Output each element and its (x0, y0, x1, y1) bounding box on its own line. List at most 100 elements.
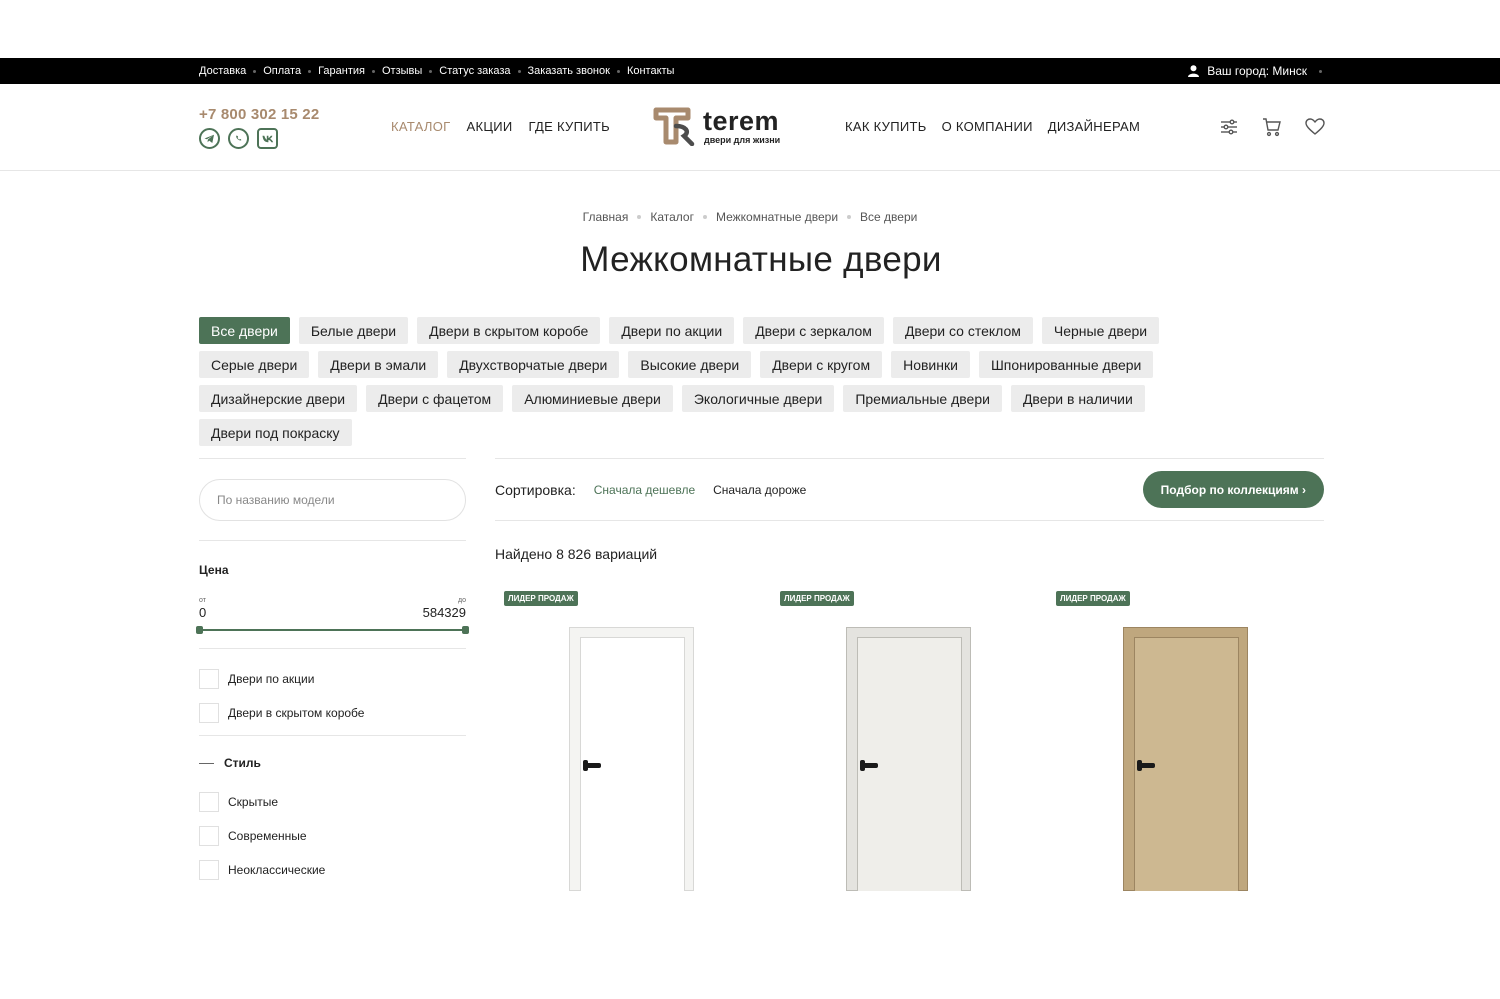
top-link-callback[interactable]: Заказать звонок (528, 65, 610, 77)
breadcrumb-interior-doors[interactable]: Межкомнатные двери (716, 210, 838, 224)
door-handle (583, 760, 601, 771)
door-image (569, 627, 694, 891)
separator-dot (637, 215, 642, 219)
price-to-label: до (458, 597, 466, 604)
logo-wordmark: terem (703, 106, 780, 136)
chip-veneer[interactable]: Шпонированные двери (978, 351, 1154, 378)
price-slider-max-handle[interactable] (462, 626, 469, 634)
collapse-dash-icon (199, 762, 214, 764)
chip-designer[interactable]: Дизайнерские двери (199, 385, 358, 412)
checkbox[interactable] (199, 792, 219, 812)
top-link-warranty[interactable]: Гарантия (318, 65, 365, 77)
breadcrumb-current: Все двери (860, 210, 918, 224)
site-logo[interactable]: terem двери для жизни (652, 106, 802, 150)
chip-aluminium[interactable]: Алюминиевые двери (512, 385, 673, 412)
chip-hidden-frame[interactable]: Двери в скрытом коробе (417, 317, 601, 344)
separator-dot (1319, 69, 1322, 73)
top-link-reviews[interactable]: Отзывы (382, 65, 422, 77)
chip-glass[interactable]: Двери со стеклом (892, 317, 1033, 344)
nav-about[interactable]: О КОМПАНИИ (942, 119, 1033, 134)
chip-double-leaf[interactable]: Двухстворчатые двери (447, 351, 620, 378)
cart-icon[interactable] (1261, 116, 1283, 138)
chip-facet[interactable]: Двери с фацетом (366, 385, 504, 412)
phone-link[interactable]: +7 800 302 15 22 (199, 106, 319, 123)
filter-style-neoclassic[interactable]: Неоклассические (199, 858, 466, 882)
page-title: Межкомнатные двери (580, 240, 942, 279)
main-nav-right: КАК КУПИТЬ О КОМПАНИИ ДИЗАЙНЕРАМ (845, 119, 1140, 134)
style-group-toggle[interactable]: Стиль (199, 756, 466, 770)
nav-catalog[interactable]: КАТАЛОГ (391, 119, 450, 134)
filter-style-modern[interactable]: Современные (199, 824, 466, 848)
city-label: Ваш город: Минск (1207, 64, 1307, 78)
chip-paintable[interactable]: Двери под покраску (199, 419, 352, 446)
chip-white-doors[interactable]: Белые двери (298, 317, 409, 344)
sort-cheapest-first[interactable]: Сначала дешевле (594, 483, 695, 497)
checkbox[interactable] (199, 860, 219, 880)
top-link-contacts[interactable]: Контакты (627, 65, 675, 77)
chip-new[interactable]: Новинки (891, 351, 970, 378)
divider (199, 648, 466, 649)
price-slider-min-handle[interactable] (196, 626, 203, 634)
filter-check-on-sale[interactable]: Двери по акции (199, 667, 466, 691)
checkbox[interactable] (199, 826, 219, 846)
model-search-input[interactable]: По названию модели (199, 479, 466, 521)
top-link-delivery[interactable]: Доставка (199, 65, 246, 77)
divider (199, 458, 466, 459)
chip-all-doors[interactable]: Все двери (199, 317, 290, 344)
price-min-value[interactable]: 0 (199, 605, 206, 620)
nav-how-to-buy[interactable]: КАК КУПИТЬ (845, 119, 927, 134)
checkbox[interactable] (199, 669, 219, 689)
city-selector[interactable]: Ваш город: Минск (1188, 58, 1322, 84)
filter-style-hidden[interactable]: Скрытые (199, 790, 466, 814)
product-card[interactable]: ЛИДЕР ПРОДАЖ (771, 588, 971, 898)
door-handle (1137, 760, 1155, 771)
price-max-value[interactable]: 584329 (423, 605, 466, 620)
nav-designers[interactable]: ДИЗАЙНЕРАМ (1048, 119, 1140, 134)
heart-icon[interactable] (1304, 116, 1326, 138)
top-link-order-status[interactable]: Статус заказа (439, 65, 510, 77)
chip-in-stock[interactable]: Двери в наличии (1010, 385, 1145, 412)
filter-check-hidden-frame[interactable]: Двери в скрытом коробе (199, 701, 466, 725)
separator-dot (616, 69, 620, 73)
top-link-payment[interactable]: Оплата (263, 65, 301, 77)
breadcrumb-home[interactable]: Главная (583, 210, 629, 224)
chip-mirror[interactable]: Двери с зеркалом (743, 317, 884, 344)
divider (199, 735, 466, 736)
category-chips: Все двери Белые двери Двери в скрытом ко… (199, 317, 1219, 446)
social-links (199, 128, 278, 149)
chip-enamel[interactable]: Двери в эмали (318, 351, 439, 378)
separator-dot (517, 69, 521, 73)
price-slider[interactable] (196, 626, 469, 634)
breadcrumb-catalog[interactable]: Каталог (650, 210, 694, 224)
chip-on-sale[interactable]: Двери по акции (609, 317, 735, 344)
chip-grey[interactable]: Серые двери (199, 351, 310, 378)
bestseller-badge: ЛИДЕР ПРОДАЖ (504, 591, 578, 606)
chip-circle[interactable]: Двери с кругом (760, 351, 883, 378)
nav-promotions[interactable]: АКЦИИ (466, 119, 512, 134)
bestseller-badge: ЛИДЕР ПРОДАЖ (1056, 591, 1130, 606)
chip-tall[interactable]: Высокие двери (628, 351, 752, 378)
separator-dot (847, 215, 852, 219)
top-links: Доставка Оплата Гарантия Отзывы Статус з… (199, 58, 674, 84)
vk-icon[interactable] (257, 128, 278, 149)
filter-icon[interactable] (1218, 116, 1240, 138)
filter-sidebar: По названию модели Цена от до 0 584329 Д… (196, 458, 469, 892)
checkbox[interactable] (199, 703, 219, 723)
product-card[interactable]: ЛИДЕР ПРОДАЖ (1047, 588, 1248, 898)
sort-expensive-first[interactable]: Сначала дороже (713, 483, 806, 497)
nav-where-to-buy[interactable]: ГДЕ КУПИТЬ (529, 119, 610, 134)
product-card[interactable]: ЛИДЕР ПРОДАЖ (495, 588, 695, 898)
door-image (846, 627, 971, 891)
chip-premium[interactable]: Премиальные двери (843, 385, 1002, 412)
separator-dot (308, 69, 312, 73)
chip-eco[interactable]: Экологичные двери (681, 385, 835, 412)
main-nav-left: КАТАЛОГ АКЦИИ ГДЕ КУПИТЬ (391, 119, 610, 134)
header-actions (1218, 116, 1326, 138)
collection-picker-button[interactable]: Подбор по коллекциям › (1142, 471, 1324, 508)
separator-dot (429, 69, 433, 73)
checkbox-label: Современные (228, 829, 307, 843)
whatsapp-icon[interactable] (228, 128, 249, 149)
telegram-icon[interactable] (199, 128, 220, 149)
sort-bar: Сортировка: Сначала дешевле Сначала доро… (495, 459, 1324, 521)
chip-black[interactable]: Черные двери (1041, 317, 1160, 344)
